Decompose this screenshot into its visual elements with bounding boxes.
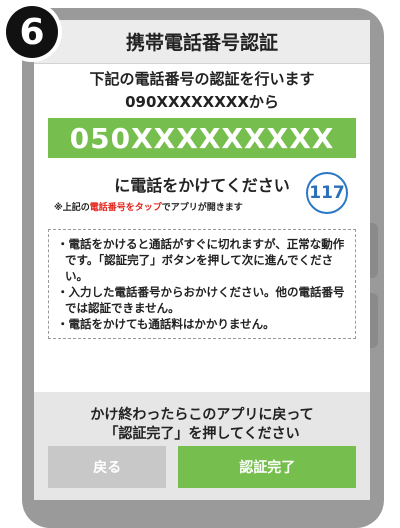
step-number-badge: 6 — [2, 2, 62, 62]
call-prompt-text: に電話をかけてください — [114, 176, 290, 195]
badge-label: 117 — [309, 183, 345, 203]
note-highlight: 電話番号をタップ — [89, 203, 162, 213]
footer-line: かけ終わったらこのアプリに戻って — [90, 407, 314, 423]
call-number-label: 050XXXXXXXXX — [69, 121, 335, 155]
notice-box: ・電話をかけると通話がすぐに切れますが、正常な動作です。「認証完了」ボタンを押し… — [48, 229, 356, 339]
page-title: 携帯電話番号認証 — [125, 32, 278, 54]
notice-item: ・電話をかけても通話料はかかりません。 — [57, 317, 275, 331]
main-content: 下記の電話番号の認証を行います 090XXXXXXXXから 050XXXXXXX… — [34, 64, 370, 392]
button-row: 戻る 認証完了 — [34, 446, 370, 488]
notice-item: ・入力した電話番号からおかけください。他の電話番号では認証できません。 — [57, 285, 345, 315]
phone-screen: 携帯電話番号認証 下記の電話番号の認証を行います 090XXXXXXXXから 0… — [34, 20, 370, 500]
footer-line: 「認証完了」を押してください — [104, 426, 300, 442]
call-number-button[interactable]: 050XXXXXXXXX — [48, 118, 356, 158]
confirm-button[interactable]: 認証完了 — [178, 446, 356, 488]
notice-item: ・電話をかけると通話がすぐに切れますが、正常な動作です。「認証完了」ボタンを押し… — [57, 237, 345, 283]
back-button[interactable]: 戻る — [48, 446, 167, 488]
note-suffix: でアプリが開きます — [161, 203, 243, 213]
step-number-label: 6 — [19, 11, 45, 53]
step-number-circle: 6 — [6, 6, 58, 58]
footer-message: かけ終わったらこのアプリに戻って 「認証完了」を押してください — [34, 392, 370, 444]
source-phone-number: 090XXXXXXXXから — [125, 93, 279, 111]
header-bar: 携帯電話番号認証 — [34, 20, 370, 64]
note-prefix: ※上記の — [54, 203, 90, 213]
info-text: 下記の電話番号の認証を行います — [89, 70, 315, 88]
badge-117-icon: 117 — [306, 172, 348, 214]
